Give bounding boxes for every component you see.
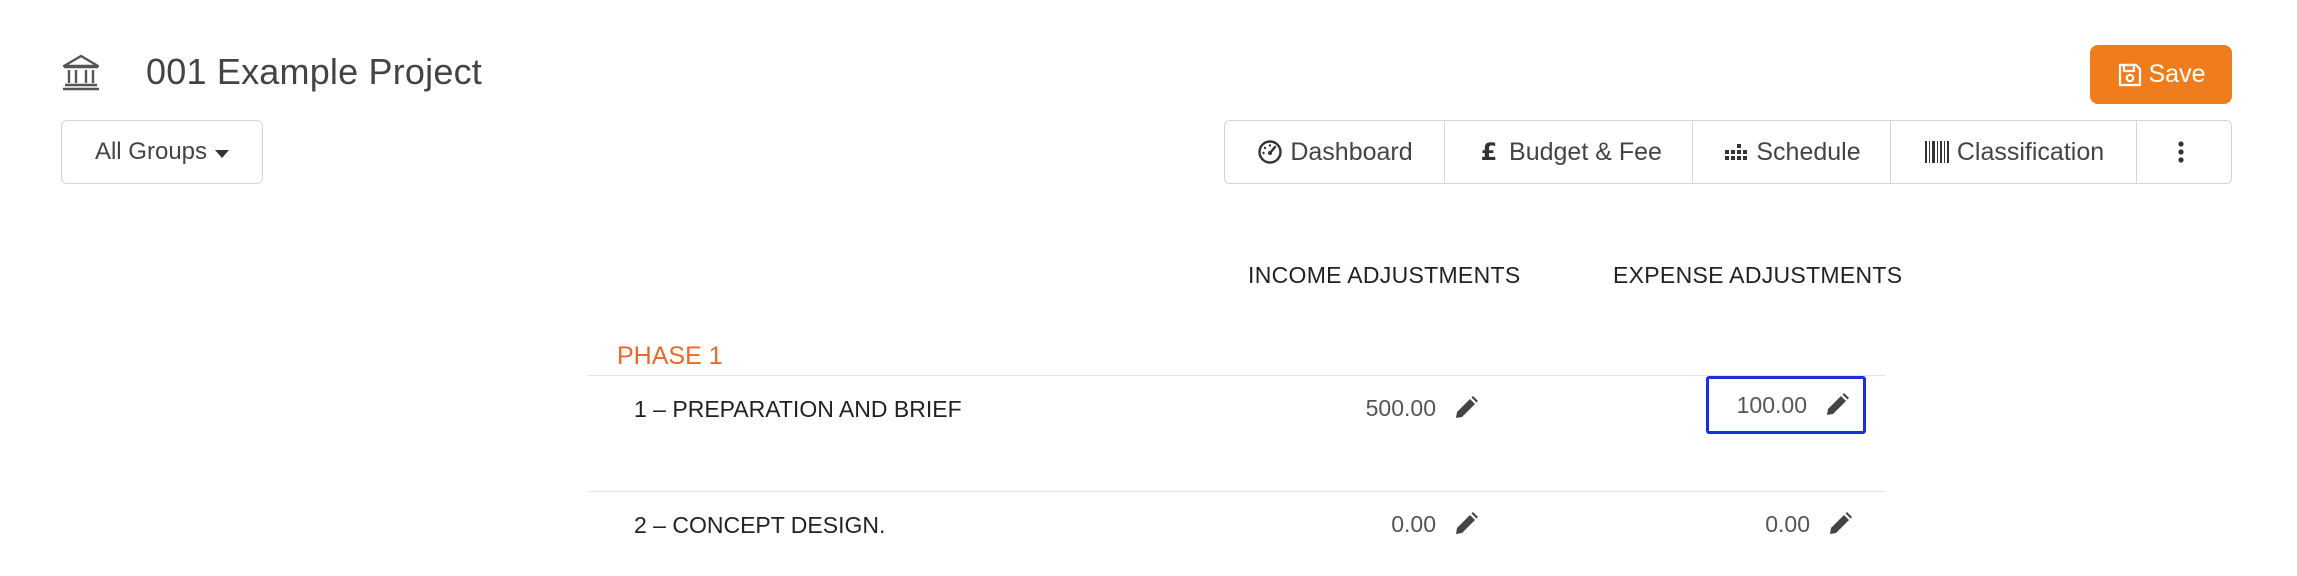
income-adjustment-cell[interactable]: 500.00 (1332, 379, 1492, 437)
pencil-icon (1826, 510, 1854, 538)
row-divider (588, 375, 1885, 376)
caret-down-icon (215, 150, 230, 158)
pencil-icon (1452, 394, 1480, 422)
bar-chart-dots-icon (1722, 138, 1750, 166)
tab-budget-fee-label: Budget & Fee (1509, 137, 1662, 166)
tab-budget-fee[interactable]: £ Budget & Fee (1445, 121, 1693, 183)
tab-dashboard[interactable]: Dashboard (1225, 121, 1445, 183)
save-button[interactable]: Save (2090, 45, 2232, 104)
tab-classification-label: Classification (1956, 137, 2105, 166)
income-adjustment-value: 500.00 (1365, 394, 1436, 421)
vertical-ellipsis-icon (2167, 138, 2195, 166)
bank-building-icon (60, 51, 102, 93)
expense-adjustment-value: 100.00 (1736, 391, 1807, 418)
income-adjustment-value: 0.00 (1391, 510, 1436, 537)
svg-text:£: £ (1481, 138, 1498, 166)
phase-title: PHASE 1 (617, 342, 723, 370)
expense-adjustment-value: 0.00 (1765, 510, 1810, 537)
more-options-button[interactable] (2137, 121, 2231, 183)
tab-dashboard-label: Dashboard (1290, 137, 1413, 166)
group-filter-dropdown[interactable]: All Groups (61, 120, 263, 184)
tab-schedule[interactable]: Schedule (1693, 121, 1891, 183)
barcode-icon (1923, 138, 1951, 166)
view-nav: Dashboard £ Budget & Fee Schedule Classi… (1224, 120, 2232, 184)
expense-adjustment-cell[interactable]: 100.00 (1706, 376, 1866, 434)
speedometer-icon (1256, 138, 1284, 166)
pencil-icon (1823, 391, 1851, 419)
row-divider (588, 491, 1885, 492)
tab-schedule-label: Schedule (1756, 137, 1861, 166)
pencil-icon (1452, 510, 1480, 538)
income-adjustments-header: INCOME ADJUSTMENTS (1248, 262, 1521, 288)
page-title: 001 Example Project (146, 51, 482, 92)
floppy-disk-icon (2118, 63, 2141, 86)
income-adjustment-cell[interactable]: 0.00 (1332, 495, 1492, 553)
expense-adjustment-cell[interactable]: 0.00 (1706, 495, 1866, 553)
expense-adjustments-header: EXPENSE ADJUSTMENTS (1613, 262, 1903, 288)
stage-label: 1 – PREPARATION AND BRIEF (634, 396, 962, 422)
project-header: 001 Example Project (60, 46, 482, 98)
pound-sign-icon: £ (1475, 138, 1503, 166)
save-button-label: Save (2148, 60, 2206, 88)
group-filter-label: All Groups (94, 138, 208, 165)
tab-classification[interactable]: Classification (1891, 121, 2137, 183)
stage-label: 2 – CONCEPT DESIGN. (634, 512, 886, 538)
